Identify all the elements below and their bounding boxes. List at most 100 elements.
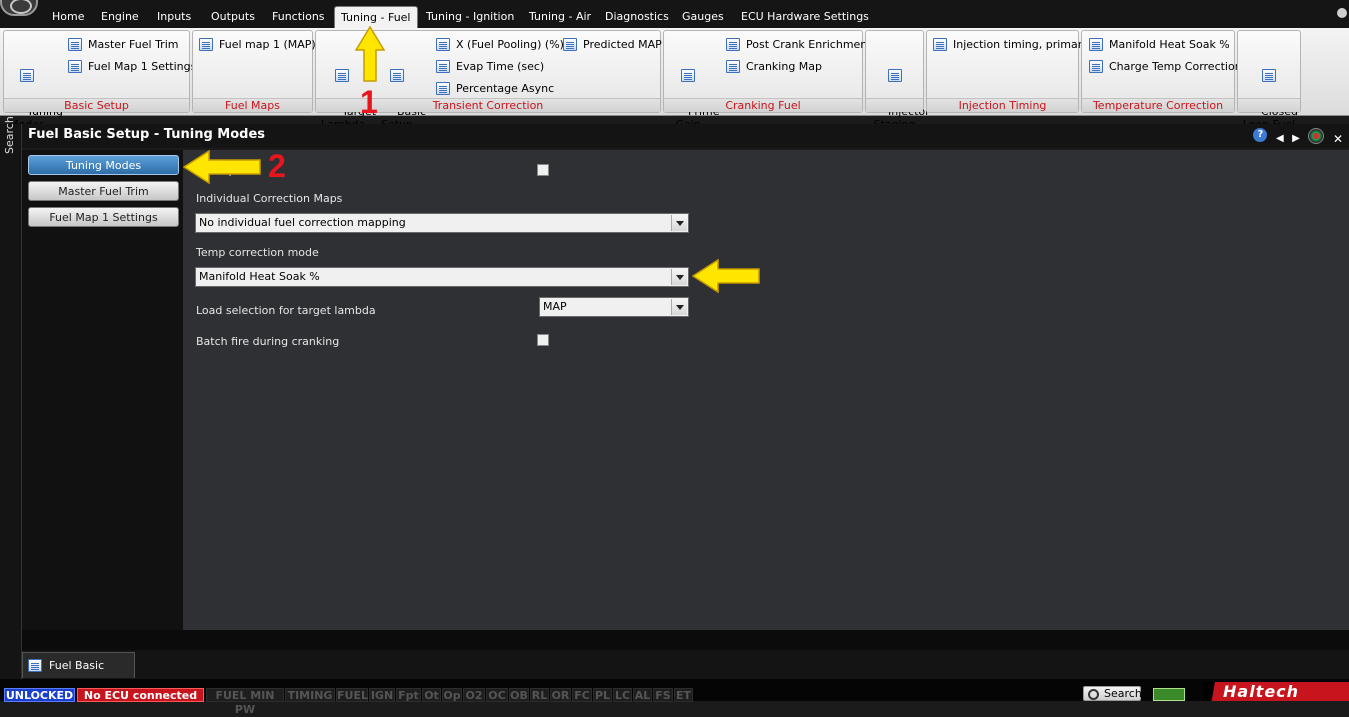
ecu-connection-badge: No ECU connected xyxy=(77,688,204,702)
ribbon-fuel-map-1-map[interactable]: Fuel map 1 (MAP) xyxy=(199,36,316,54)
ribbon-master-fuel-trim[interactable]: Master Fuel Trim xyxy=(68,36,178,54)
indicator-lc: LC xyxy=(613,688,632,702)
table-icon xyxy=(335,69,349,82)
ribbon-evap-time[interactable]: Evap Time (sec) xyxy=(436,58,544,76)
document-tab-bar: Fuel Basic Setup xyxy=(22,650,1349,698)
predicted-map-label: Predicted MAP xyxy=(583,38,662,51)
search-sidebar[interactable]: Search xyxy=(0,116,22,679)
fuel-map-1-settings-label: Fuel Map 1 Settings xyxy=(88,60,197,73)
individual-correction-label: Individual Correction Maps xyxy=(196,192,343,205)
group-label-fuel-maps: Fuel Maps xyxy=(193,98,312,112)
ribbon-post-crank-enrichment[interactable]: Post Crank Enrichment xyxy=(726,36,872,54)
ribbon-group-fuel-maps: Fuel map 1 (MAP) Fuel Maps xyxy=(192,30,316,113)
indicator-et: ET xyxy=(674,688,693,702)
indicator-ot: Ot xyxy=(422,688,441,702)
manifold-heat-soak-label: Manifold Heat Soak % xyxy=(1109,38,1230,51)
post-crank-enrichment-label: Post Crank Enrichment xyxy=(746,38,872,51)
menu-bar: Home Engine Inputs Outputs Functions Tun… xyxy=(0,0,1349,28)
nav-fuel-map-1-settings[interactable]: Fuel Map 1 Settings xyxy=(28,207,179,227)
chevron-down-icon[interactable] xyxy=(671,299,687,315)
ribbon-group-basic-setup: Tuning Modes Master Fuel Trim Fuel Map 1… xyxy=(3,30,196,131)
indicator-ign: IGN xyxy=(369,688,395,702)
percentage-async-label: Percentage Async xyxy=(456,82,555,95)
tab-gauges[interactable]: Gauges xyxy=(676,6,730,28)
tab-tuning-fuel[interactable]: Tuning - Fuel xyxy=(334,6,418,28)
bottom-panel xyxy=(22,630,1349,650)
section-nav: Tuning Modes Master Fuel Trim Fuel Map 1… xyxy=(22,150,183,630)
batch-fire-label: Batch fire during cranking xyxy=(196,335,340,348)
tab-diagnostics[interactable]: Diagnostics xyxy=(599,6,675,28)
forward-arrow-icon[interactable]: ▶ xyxy=(1292,128,1300,150)
first-checkbox[interactable] xyxy=(537,164,549,176)
batch-fire-checkbox[interactable] xyxy=(537,334,549,346)
status-bar: UNLOCKED No ECU connected FUEL MIN PW TI… xyxy=(0,679,1349,716)
table-icon xyxy=(199,38,213,51)
ribbon-percentage-async[interactable]: Percentage Async xyxy=(436,80,554,98)
tab-ecu-hardware-settings[interactable]: ECU Hardware Settings xyxy=(735,6,875,28)
group-label-injector-staging xyxy=(866,98,923,112)
settings-list-icon xyxy=(28,659,42,672)
gauge-icon[interactable] xyxy=(1308,128,1325,144)
chevron-down-icon[interactable] xyxy=(671,269,687,285)
table-icon xyxy=(1262,69,1276,82)
fuel-pooling-label: X (Fuel Pooling) (%) xyxy=(456,38,564,51)
ribbon-group-injection-timing: Injection timing, primary Injection Timi… xyxy=(926,30,1089,113)
ribbon-fuel-map-1-settings[interactable]: Fuel Map 1 Settings xyxy=(68,58,196,76)
load-selection-select[interactable]: MAP xyxy=(539,297,689,317)
evap-time-label: Evap Time (sec) xyxy=(456,60,545,73)
tab-tuning-air[interactable]: Tuning - Air xyxy=(523,6,597,28)
settings-list-icon xyxy=(390,69,404,82)
ribbon: Tuning Modes Master Fuel Trim Fuel Map 1… xyxy=(0,28,1349,131)
tab-engine[interactable]: Engine xyxy=(95,6,145,28)
injection-timing-label: Injection timing, primary xyxy=(953,38,1089,51)
table-icon xyxy=(436,60,450,73)
ribbon-predicted-map[interactable]: Predicted MAP xyxy=(563,36,662,54)
group-label-temperature-correction: Temperature Correction xyxy=(1082,98,1234,112)
table-icon xyxy=(933,38,947,51)
temp-correction-select[interactable]: Manifold Heat Soak % xyxy=(195,267,689,287)
table-icon xyxy=(68,38,82,51)
document-tab[interactable]: Fuel Basic Setup xyxy=(22,652,135,698)
tab-tuning-ignition[interactable]: Tuning - Ignition xyxy=(420,6,520,28)
nav-master-fuel-trim[interactable]: Master Fuel Trim xyxy=(28,181,179,201)
ribbon-group-temperature-correction: Manifold Heat Soak % Charge Temp Correct… xyxy=(1081,30,1242,113)
individual-correction-select[interactable]: No individual fuel correction mapping xyxy=(195,213,689,233)
title-icons: ? ◀ ▶ ✕ xyxy=(1249,128,1343,146)
annotation-step-1: 1 xyxy=(360,84,378,120)
help-icon[interactable] xyxy=(1337,8,1347,18)
close-icon[interactable]: ✕ xyxy=(1333,128,1343,150)
search-sidebar-label: Search xyxy=(3,116,16,154)
arrow-left-annotation xyxy=(183,150,261,184)
back-arrow-icon[interactable]: ◀ xyxy=(1276,128,1284,150)
ribbon-injection-timing-primary[interactable]: Injection timing, primary xyxy=(933,36,1089,54)
indicator-fpt: Fpt xyxy=(396,688,421,702)
table-icon xyxy=(681,69,695,82)
ribbon-group-closed-loop-fuel: Closed Loop Fuel xyxy=(1237,30,1301,131)
ribbon-cranking-map[interactable]: Cranking Map xyxy=(726,58,822,76)
ribbon-group-injector-staging: Injector Staging xyxy=(865,30,930,131)
ribbon-manifold-heat-soak[interactable]: Manifold Heat Soak % xyxy=(1089,36,1230,54)
app-logo[interactable] xyxy=(0,0,38,16)
indicator-oc: OC xyxy=(486,688,508,702)
table-icon xyxy=(436,82,450,95)
temp-correction-value: Manifold Heat Soak % xyxy=(199,270,320,283)
arrow-left-annotation-temp xyxy=(692,259,760,293)
charge-temp-correction-label: Charge Temp Correction xyxy=(1109,60,1242,73)
tab-functions[interactable]: Functions xyxy=(266,6,331,28)
load-selection-label: Load selection for target lambda xyxy=(196,304,376,317)
tab-inputs[interactable]: Inputs xyxy=(151,6,197,28)
tab-home[interactable]: Home xyxy=(46,6,90,28)
ribbon-charge-temp-correction[interactable]: Charge Temp Correction xyxy=(1089,58,1242,76)
tab-outputs[interactable]: Outputs xyxy=(205,6,261,28)
ribbon-fuel-pooling[interactable]: X (Fuel Pooling) (%) xyxy=(436,36,564,54)
panel-title-bar: Fuel Basic Setup - Tuning Modes ? ◀ ▶ ✕ xyxy=(22,124,1349,148)
help-icon[interactable]: ? xyxy=(1253,128,1268,142)
chevron-down-icon[interactable] xyxy=(671,215,687,231)
search-button[interactable]: Search xyxy=(1083,686,1142,701)
master-fuel-trim-label: Master Fuel Trim xyxy=(88,38,179,51)
settings-form: Di maps Individual Correction Maps No in… xyxy=(183,150,1349,630)
indicator-ob: OB xyxy=(509,688,529,702)
indicator-timing: TIMING xyxy=(285,688,335,702)
nav-tuning-modes[interactable]: Tuning Modes xyxy=(28,155,179,175)
table-icon xyxy=(1089,60,1103,73)
